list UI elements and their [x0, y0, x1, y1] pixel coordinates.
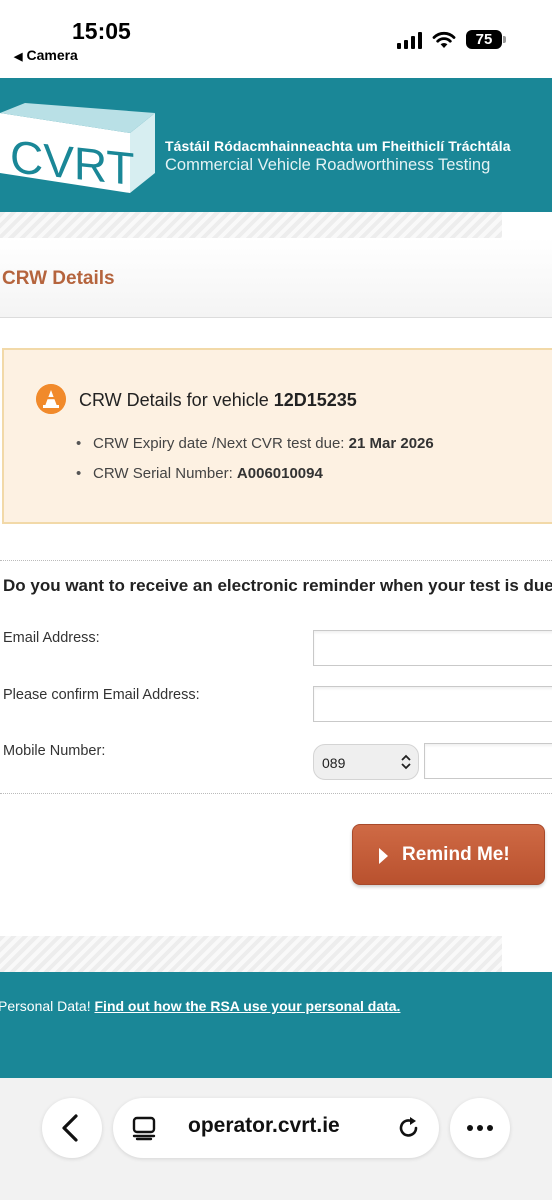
email-label: Email Address:	[3, 630, 100, 646]
back-to-camera-link[interactable]: ◀ Camera	[14, 47, 78, 63]
header-irish-title: Tástáil Ródacmhainneachta um Fheithiclí …	[165, 138, 511, 154]
cvrt-logo[interactable]: CVRT	[0, 103, 160, 193]
divider	[0, 560, 552, 561]
crw-details-list: CRW Expiry date /Next CVR test due: 21 M…	[76, 435, 434, 495]
crw-heading: CRW Details for vehicle 12D15235	[79, 390, 357, 411]
tabs-icon	[132, 1116, 156, 1141]
remind-me-button[interactable]: Remind Me!	[352, 824, 545, 885]
footer-label: Personal Data!	[0, 998, 95, 1014]
site-footer: Personal Data! Find out how the RSA use …	[0, 972, 552, 1078]
divider	[0, 793, 552, 794]
play-triangle-icon	[379, 848, 388, 864]
status-bar: 15:05 ◀ Camera 75	[0, 0, 552, 78]
mobile-number-field[interactable]	[424, 743, 552, 779]
mobile-prefix-value: 089	[322, 755, 346, 771]
reload-icon[interactable]	[395, 1114, 423, 1142]
ellipsis-icon	[467, 1125, 493, 1131]
confirm-email-field[interactable]	[313, 686, 552, 722]
chevron-left-icon	[62, 1114, 78, 1142]
mobile-label: Mobile Number:	[3, 743, 106, 759]
url-text: operator.cvrt.ie	[188, 1114, 340, 1137]
personal-data-link[interactable]: Find out how the RSA use your personal d…	[95, 998, 401, 1014]
updown-chevron-icon	[401, 754, 411, 770]
decorative-stripe-bottom	[0, 936, 502, 972]
cellular-signal-icon	[397, 31, 422, 49]
status-icons: 75	[397, 30, 506, 49]
reminder-question: Do you want to receive an electronic rem…	[3, 576, 552, 595]
serial-label: CRW Serial Number:	[93, 465, 237, 482]
remind-me-label: Remind Me!	[402, 844, 510, 865]
warning-cone-icon	[36, 384, 66, 414]
vehicle-registration: 12D15235	[273, 390, 357, 410]
battery-icon: 75	[466, 30, 506, 49]
wifi-icon	[432, 31, 456, 48]
crw-details-box: CRW Details for vehicle 12D15235 CRW Exp…	[2, 348, 552, 524]
section-header: CRW Details	[0, 238, 552, 318]
expiry-value: 21 Mar 2026	[348, 435, 434, 452]
list-item: CRW Expiry date /Next CVR test due: 21 M…	[76, 435, 434, 452]
email-field[interactable]	[313, 630, 552, 666]
site-header: CVRT Tástáil Ródacmhainneachta um Fheith…	[0, 78, 552, 212]
status-time: 15:05	[72, 18, 131, 44]
expiry-label: CRW Expiry date /Next CVR test due:	[93, 435, 349, 452]
header-english-title: Commercial Vehicle Roadworthiness Testin…	[165, 156, 491, 174]
back-label: Camera	[26, 47, 78, 63]
browser-back-button[interactable]	[42, 1098, 102, 1158]
header-titles: Tástáil Ródacmhainneachta um Fheithiclí …	[165, 138, 511, 175]
confirm-email-label: Please confirm Email Address:	[3, 687, 200, 703]
browser-toolbar: operator.cvrt.ie	[0, 1078, 552, 1200]
decorative-stripe-top	[0, 212, 502, 238]
footer-text: Personal Data! Find out how the RSA use …	[0, 998, 400, 1014]
back-triangle-icon: ◀	[14, 51, 23, 63]
more-options-button[interactable]	[450, 1098, 510, 1158]
address-bar[interactable]: operator.cvrt.ie	[113, 1098, 439, 1158]
page-title: CRW Details	[2, 268, 115, 289]
mobile-prefix-select[interactable]: 089	[313, 744, 419, 780]
serial-value: A006010094	[236, 465, 323, 482]
crw-heading-label: CRW Details for vehicle	[79, 390, 274, 410]
list-item: CRW Serial Number: A006010094	[76, 465, 434, 482]
